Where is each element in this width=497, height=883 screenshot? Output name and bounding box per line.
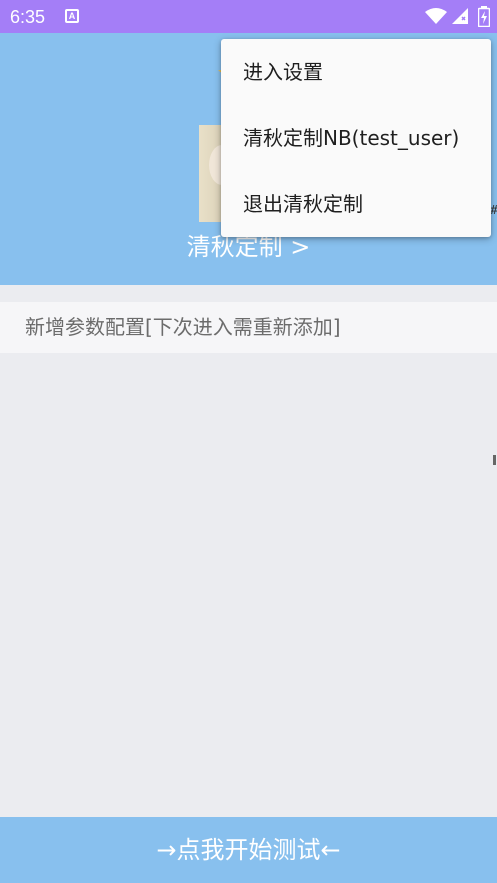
start-test-button[interactable]: →点我开始测试←	[0, 817, 497, 883]
status-time: 6:35	[10, 7, 46, 27]
app-screen: 6:35 A ★清秋 # 清秋定制 > 新增参数配置[下次进入需重新添加] →点…	[0, 0, 497, 883]
menu-item-settings[interactable]: 进入设置	[221, 39, 491, 105]
wifi-icon	[425, 8, 447, 28]
scroll-indicator	[493, 455, 496, 465]
overflow-menu: 进入设置 清秋定制NB(test_user) 退出清秋定制	[221, 39, 491, 237]
menu-item-exit[interactable]: 退出清秋定制	[221, 171, 491, 237]
menu-item-user[interactable]: 清秋定制NB(test_user)	[221, 105, 491, 171]
signal-icon	[452, 8, 468, 28]
add-config-row[interactable]: 新增参数配置[下次进入需重新添加]	[0, 302, 497, 353]
notification-icon: A	[65, 9, 79, 23]
battery-icon	[477, 6, 491, 31]
status-bar: 6:35 A	[0, 0, 497, 33]
